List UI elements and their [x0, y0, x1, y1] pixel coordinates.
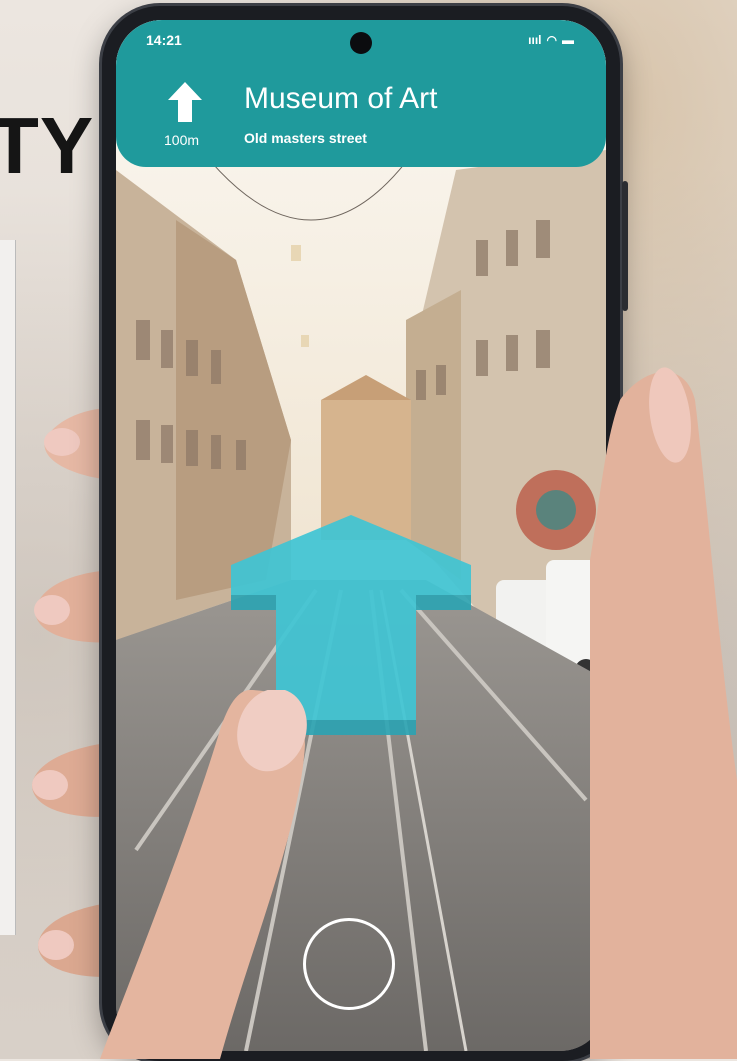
heading-fragment: TY — [0, 101, 95, 190]
distance-label: 100m — [164, 132, 200, 148]
right-hand — [590, 367, 737, 1059]
status-time: 14:21 — [146, 32, 182, 48]
signal-icon: ıııl — [528, 33, 542, 47]
wifi-icon: ◠ — [546, 33, 557, 47]
phone-side-button — [622, 181, 628, 311]
destination-title: Museum of Art — [244, 82, 438, 115]
front-camera — [350, 32, 372, 54]
navigation-banner: 14:21 ıııl ◠ ▬ 100m Museum of Art Old ma… — [116, 20, 606, 167]
arrow-up-icon — [168, 82, 202, 122]
battery-icon: ▬ — [562, 33, 574, 47]
pointing-finger — [100, 690, 307, 1059]
destination-street: Old masters street — [244, 130, 367, 146]
status-icons: ıııl ◠ ▬ — [528, 33, 574, 47]
